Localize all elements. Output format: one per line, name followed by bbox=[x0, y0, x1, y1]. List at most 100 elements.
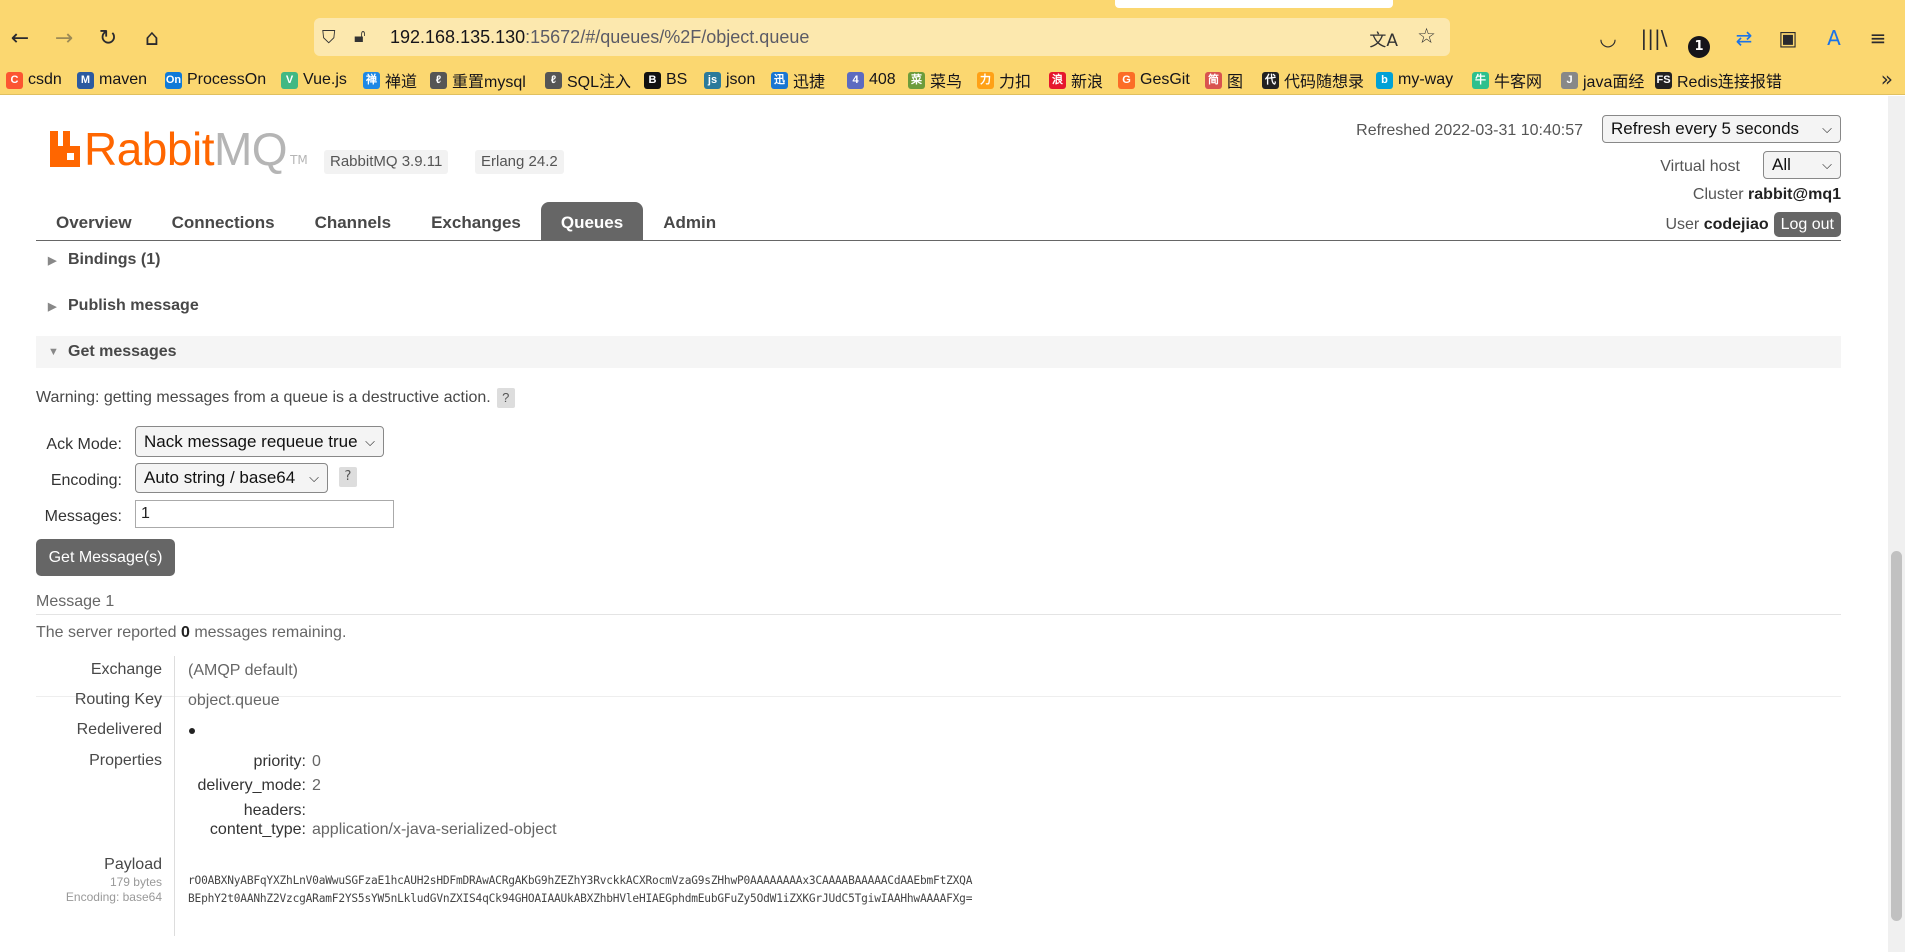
home-icon[interactable]: ⌂ bbox=[136, 22, 168, 54]
url-text[interactable]: 192.168.135.130:15672/#/queues/%2F/objec… bbox=[390, 27, 809, 48]
bookmark-item[interactable]: G GesGit bbox=[1118, 69, 1190, 91]
bookmark-label: csdn bbox=[28, 71, 62, 88]
insecure-lock-icon[interactable]: 🔓︎ bbox=[354, 26, 366, 47]
encoding-help-icon[interactable]: ? bbox=[339, 467, 357, 487]
tab-channels[interactable]: Channels bbox=[295, 202, 412, 240]
ack-mode-label: Ack Mode: bbox=[46, 436, 122, 453]
bookmark-label: Vue.js bbox=[303, 71, 347, 88]
tab-admin[interactable]: Admin bbox=[643, 202, 736, 240]
bookmark-item[interactable]: Ccsdn bbox=[6, 69, 62, 91]
get-messages-button[interactable]: Get Message(s) bbox=[36, 539, 175, 576]
chevron-down-icon: ⌵ bbox=[309, 470, 319, 485]
bookmark-item[interactable]: js json bbox=[704, 69, 755, 91]
bookmark-favicon-icon: J bbox=[1561, 71, 1578, 89]
refresh-interval-select[interactable]: Refresh every 5 seconds ⌵ bbox=[1602, 115, 1841, 143]
chevron-down-icon: ⌵ bbox=[1822, 157, 1832, 172]
tab-queues[interactable]: Queues bbox=[540, 202, 644, 240]
section-bindings[interactable]: ▶ Bindings (1) bbox=[36, 244, 1841, 276]
tab-overview[interactable]: Overview bbox=[36, 202, 152, 240]
redelivered-label: Redelivered bbox=[76, 721, 162, 738]
bookmark-item[interactable]: B BS bbox=[644, 69, 687, 91]
menu-icon[interactable]: ≡ bbox=[1864, 26, 1892, 50]
sync-icon[interactable]: ⇄ bbox=[1730, 26, 1758, 50]
property-key: headers: bbox=[243, 802, 306, 819]
bookmark-item[interactable]: Mmaven bbox=[77, 69, 147, 91]
bookmark-item[interactable]: ℓ SQL注入 bbox=[545, 69, 631, 91]
vhost-select[interactable]: All ⌵ bbox=[1763, 151, 1841, 179]
address-bar[interactable]: ⛉ 🔓︎ 192.168.135.130:15672/#/queues/%2F/… bbox=[314, 18, 1450, 56]
back-icon[interactable]: ← bbox=[4, 22, 36, 54]
bookmark-label: 图 bbox=[1227, 74, 1244, 91]
caret-right-icon: ▶ bbox=[48, 300, 57, 313]
page-scrollbar[interactable] bbox=[1888, 96, 1905, 952]
bookmark-favicon-icon: 4 bbox=[847, 71, 864, 89]
bookmark-favicon-icon: FS bbox=[1655, 71, 1672, 89]
properties-label: Properties bbox=[89, 752, 162, 769]
bookmark-favicon-icon: 代 bbox=[1262, 71, 1279, 89]
property-key: delivery_mode: bbox=[197, 777, 307, 794]
rabbitmq-logo: RabbitMQ TM bbox=[50, 126, 308, 172]
logout-button[interactable]: Log out bbox=[1773, 212, 1841, 237]
bookmark-favicon-icon: js bbox=[704, 71, 721, 89]
library-icon[interactable]: |||\ bbox=[1640, 26, 1668, 50]
bookmark-label: my-way bbox=[1398, 71, 1454, 88]
payload-line: rO0ABXNyABFqYXZhLnV0aWwuSGFzaE1hcAUH2sHD… bbox=[188, 874, 973, 887]
browser-tab[interactable] bbox=[1115, 0, 1393, 8]
main-tabs: Overview Connections Channels Exchanges … bbox=[36, 202, 736, 240]
tab-exchanges[interactable]: Exchanges bbox=[411, 202, 541, 240]
reload-icon[interactable]: ↻ bbox=[92, 22, 124, 54]
bookmark-item[interactable]: On ProcessOn bbox=[165, 69, 266, 91]
tab-connections[interactable]: Connections bbox=[152, 202, 295, 240]
bookmarks-bar: » Ccsdn Mmaven On ProcessOn V Vue.js 禅禅道 ℓ 重置mys… bbox=[0, 63, 1905, 95]
caret-down-icon: ▼ bbox=[48, 346, 59, 358]
bookmark-label: 禅道 bbox=[385, 74, 418, 91]
container-icon[interactable]: ▣ bbox=[1774, 26, 1802, 50]
forward-icon[interactable]: → bbox=[48, 22, 80, 54]
bookmarks-overflow-icon[interactable]: » bbox=[1881, 67, 1893, 91]
bookmark-favicon-icon: 牛 bbox=[1472, 71, 1489, 89]
bookmark-favicon-icon: b bbox=[1376, 71, 1393, 89]
bookmark-item[interactable]: V Vue.js bbox=[281, 69, 347, 91]
translate-extension-icon[interactable]: A bbox=[1820, 26, 1848, 50]
bookmark-item[interactable]: 简图 bbox=[1205, 69, 1243, 91]
bookmark-item[interactable]: Jjava面经 bbox=[1561, 69, 1644, 91]
pocket-icon[interactable]: ◡ bbox=[1594, 26, 1622, 50]
bookmark-item[interactable]: 浪新浪 bbox=[1049, 69, 1103, 91]
bookmark-label: 代码随想录 bbox=[1284, 74, 1365, 91]
bookmark-item[interactable]: 4 408 bbox=[847, 69, 896, 91]
ack-mode-select[interactable]: Nack message requeue true ⌵ bbox=[135, 426, 384, 457]
section-publish-message[interactable]: ▶ Publish message bbox=[36, 290, 1841, 322]
bookmark-item[interactable]: 牛牛客网 bbox=[1472, 69, 1542, 91]
bookmark-favicon-icon: 简 bbox=[1205, 71, 1222, 89]
bookmark-favicon-icon: C bbox=[6, 71, 23, 89]
refreshed-timestamp: Refreshed 2022-03-31 10:40:57 bbox=[1356, 122, 1583, 139]
bookmark-item[interactable]: FS Redis连接报错 bbox=[1655, 69, 1782, 91]
encoding-select[interactable]: Auto string / base64 ⌵ bbox=[135, 463, 328, 493]
shield-icon[interactable]: ⛉ bbox=[322, 27, 336, 48]
routing-key-label: Routing Key bbox=[74, 691, 162, 708]
payload-line: BEphY2t0AANhZ2VzcgARamF2YS5sYW5nLkludGVn… bbox=[188, 892, 973, 905]
bookmark-item[interactable]: 菜菜鸟 bbox=[908, 69, 962, 91]
messages-count-input[interactable]: 1 bbox=[135, 500, 394, 528]
notification-badge[interactable]: 1 bbox=[1688, 36, 1710, 58]
bookmark-label: 菜鸟 bbox=[930, 74, 963, 91]
version-badge: RabbitMQ 3.9.11 bbox=[324, 150, 449, 174]
erlang-badge: Erlang 24.2 bbox=[475, 150, 564, 174]
bookmark-item[interactable]: 禅禅道 bbox=[363, 69, 417, 91]
bookmark-label: GesGit bbox=[1140, 71, 1190, 88]
bookmark-item[interactable]: b my-way bbox=[1376, 69, 1453, 91]
bookmark-star-icon[interactable]: ☆ bbox=[1417, 24, 1436, 48]
bookmark-item[interactable]: 力力扣 bbox=[977, 69, 1031, 91]
help-icon[interactable]: ? bbox=[496, 388, 515, 408]
section-get-messages[interactable]: ▼ Get messages bbox=[36, 336, 1841, 368]
scrollbar-thumb[interactable] bbox=[1891, 551, 1902, 921]
bookmark-item[interactable]: 迅迅捷 bbox=[771, 69, 825, 91]
translate-icon[interactable]: 文A bbox=[1369, 26, 1398, 51]
bookmark-label: 力扣 bbox=[999, 74, 1032, 91]
bookmark-item[interactable]: 代代码随想录 bbox=[1262, 69, 1364, 91]
chevron-down-icon: ⌵ bbox=[1822, 121, 1832, 136]
bookmark-item[interactable]: ℓ 重置mysql bbox=[430, 69, 526, 91]
tab-divider bbox=[36, 240, 1841, 241]
header-status: Refreshed 2022-03-31 10:40:57 Refresh ev… bbox=[1188, 96, 1888, 246]
browser-navbar: ← → ↻ ⌂ ⛉ 🔓︎ 192.168.135.130:15672/#/que… bbox=[0, 10, 1905, 63]
